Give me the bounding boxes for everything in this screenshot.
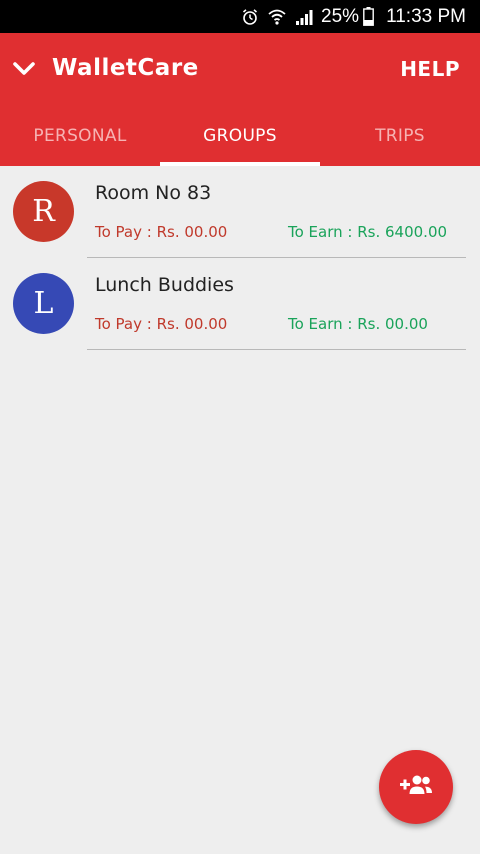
to-pay-amount: To Pay : Rs. 00.00: [95, 315, 228, 333]
to-earn-amount: To Earn : Rs. 00.00: [288, 315, 428, 333]
clock: 11:33 PM: [386, 5, 466, 27]
tab-groups[interactable]: GROUPS: [160, 105, 320, 166]
group-list: R Room No 83 To Pay : Rs. 00.00 To Earn …: [0, 166, 480, 350]
add-group-icon: [399, 773, 433, 801]
to-pay-amount: To Pay : Rs. 00.00: [95, 223, 228, 241]
app-bar: WalletCare HELP PERSONAL GROUPS TRIPS: [0, 33, 480, 166]
list-item[interactable]: R Room No 83 To Pay : Rs. 00.00 To Earn …: [0, 166, 480, 258]
to-earn-amount: To Earn : Rs. 6400.00: [288, 223, 448, 241]
tab-personal[interactable]: PERSONAL: [0, 105, 160, 166]
add-group-button[interactable]: [379, 750, 453, 824]
signal-icon: [295, 8, 313, 26]
avatar: R: [13, 181, 74, 242]
tab-trips[interactable]: TRIPS: [320, 105, 480, 166]
group-name: Room No 83: [95, 182, 212, 204]
avatar: L: [13, 273, 74, 334]
battery-icon: [363, 7, 374, 26]
toolbar: WalletCare HELP: [0, 33, 480, 105]
alarm-icon: [241, 8, 259, 26]
wifi-icon: [267, 8, 287, 26]
status-bar: 25% 11:33 PM: [0, 0, 480, 33]
screen: 25% 11:33 PM WalletCare HELP PERSONAL GR…: [0, 0, 480, 854]
chevron-down-icon[interactable]: [12, 59, 36, 79]
list-item[interactable]: L Lunch Buddies To Pay : Rs. 00.00 To Ea…: [0, 258, 480, 350]
app-title: WalletCare: [52, 55, 199, 81]
tab-bar: PERSONAL GROUPS TRIPS: [0, 105, 480, 166]
group-name: Lunch Buddies: [95, 274, 234, 296]
help-button[interactable]: HELP: [400, 57, 460, 81]
battery-percent: 25%: [321, 5, 360, 27]
divider: [87, 349, 466, 350]
